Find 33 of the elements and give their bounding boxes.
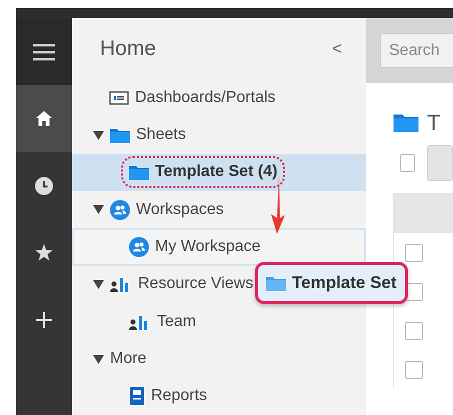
home-button[interactable] [16, 85, 72, 152]
people-icon [110, 200, 130, 220]
tree-group[interactable]: Sheets [72, 116, 366, 154]
tree-group[interactable]: More [72, 340, 366, 378]
dashboard-icon [109, 90, 129, 105]
plus-icon [36, 312, 52, 328]
folder-icon [110, 127, 130, 144]
sidebar-title: Home [100, 36, 156, 62]
folder-icon [393, 112, 419, 132]
tree-item[interactable]: Team [72, 303, 366, 340]
folder-icon [129, 164, 149, 180]
highlight-outline: Template Set (4) [121, 156, 286, 188]
report-icon [129, 387, 145, 406]
tree-item[interactable]: Reports [72, 378, 366, 415]
row-checkbox[interactable] [405, 244, 423, 262]
toolbar-button[interactable] [427, 145, 453, 181]
clock-icon [35, 176, 53, 194]
folder-icon [266, 274, 286, 291]
drag-preview-tooltip: Template Set [255, 262, 408, 304]
checkbox[interactable] [400, 154, 416, 172]
menu-button[interactable] [16, 18, 72, 85]
tree-item[interactable]: Template Set (4) [72, 154, 366, 192]
row-checkbox[interactable] [405, 360, 423, 378]
menu-icon [33, 42, 55, 60]
people-icon [129, 237, 149, 258]
tree-group[interactable]: Dashboards/Portals [72, 79, 366, 117]
tree-item[interactable]: My Workspace [72, 228, 366, 266]
collapse-button[interactable]: < [332, 36, 342, 62]
row-checkbox[interactable] [405, 322, 423, 340]
home-icon [36, 111, 52, 126]
search-field[interactable]: Search [380, 33, 453, 68]
star-icon [35, 244, 53, 261]
page-heading: T [427, 108, 440, 136]
